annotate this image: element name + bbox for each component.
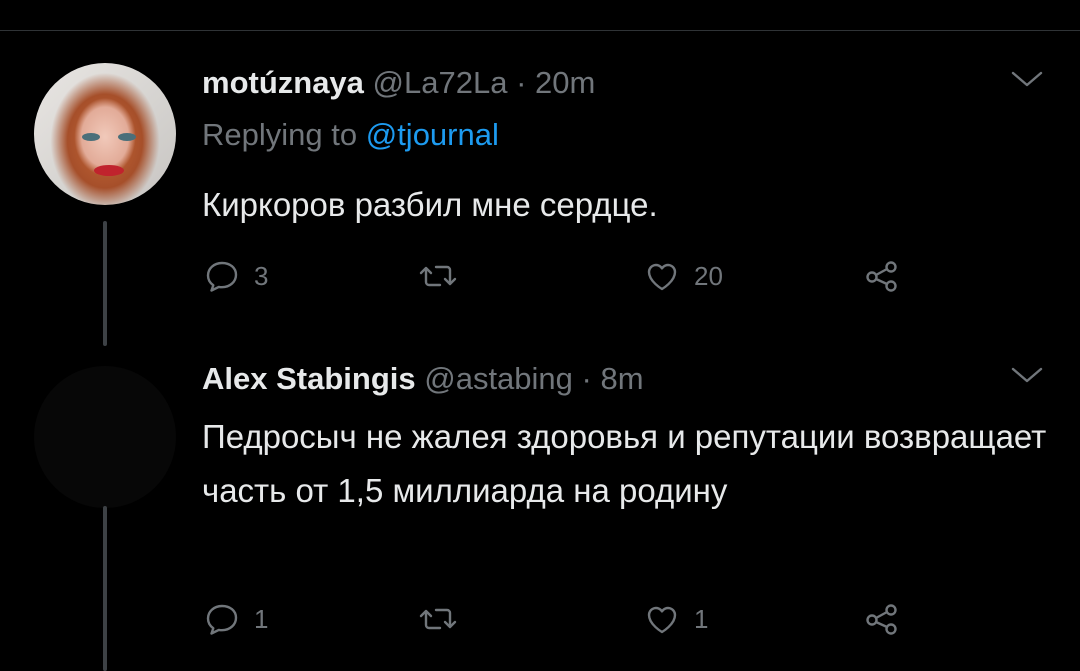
heart-icon [647,263,677,291]
replying-prefix: Replying to [202,117,366,152]
reply-button[interactable]: 3 [202,256,268,296]
replying-to: Replying to @tjournal [202,117,499,153]
timestamp[interactable]: 8m [601,361,644,396]
tweet-1[interactable]: motúznaya @La72La · 20m Replying to @tjo… [0,31,1080,346]
thread-line [103,221,107,346]
thread-line [103,506,107,671]
reply-icon [206,604,238,635]
action-bar: 3 20 [202,256,922,296]
avatar-eye [82,133,100,141]
reply-count: 1 [254,603,269,634]
share-button[interactable] [862,599,902,639]
share-button[interactable] [862,256,902,296]
tweet-text: Киркоров разбил мне сердце. [202,186,658,223]
user-handle[interactable]: @astabing [424,361,573,396]
retweet-icon [419,265,457,287]
chevron-down-icon[interactable] [1010,69,1044,89]
retweet-icon [419,608,457,630]
retweet-button[interactable] [418,599,470,639]
mention-link[interactable]: @tjournal [366,117,499,152]
reply-button[interactable]: 1 [202,599,268,639]
user-handle[interactable]: @La72La [373,65,508,100]
chevron-down-icon[interactable] [1010,365,1044,385]
share-icon [866,261,897,292]
avatar[interactable] [34,63,176,205]
tweet-text: Педросыч не жалея здоровья и репутации в… [202,418,1047,509]
display-name[interactable]: motúznaya [202,65,364,100]
avatar[interactable] [34,366,176,508]
like-count: 1 [694,603,709,634]
tweet-header: Alex Stabingis @astabing · 8m [202,361,644,397]
retweet-button[interactable] [418,256,470,296]
share-icon [866,604,897,635]
reply-count: 3 [254,260,269,291]
avatar-eye [118,133,136,141]
heart-icon [647,606,677,634]
reply-icon [206,261,238,292]
timestamp[interactable]: 20m [535,65,595,100]
tweet-header: motúznaya @La72La · 20m [202,65,595,101]
like-button[interactable]: 20 [642,256,723,296]
avatar-lips [94,165,124,176]
display-name[interactable]: Alex Stabingis [202,361,416,396]
like-button[interactable]: 1 [642,599,708,639]
separator-dot: · [516,65,527,100]
separator-dot: · [581,361,592,396]
tweet-2[interactable]: Alex Stabingis @astabing · 8m Педросыч н… [0,341,1080,671]
like-count: 20 [694,260,723,291]
action-bar: 1 1 [202,599,922,639]
